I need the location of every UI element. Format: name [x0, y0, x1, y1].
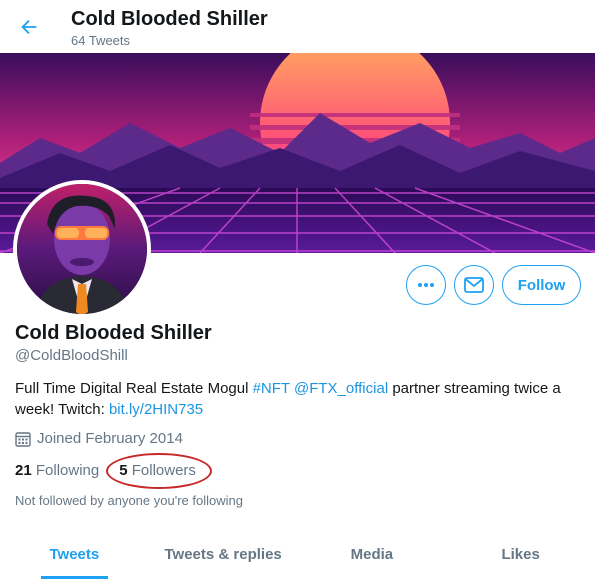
- mail-icon: [464, 277, 484, 293]
- follow-button[interactable]: Follow: [502, 265, 581, 305]
- following-link[interactable]: 21 Following: [15, 462, 99, 479]
- more-dots-icon: [418, 283, 434, 287]
- joined-text: Joined February 2014: [37, 430, 183, 447]
- following-count: 21: [15, 462, 32, 479]
- mention-link[interactable]: @FTX_official: [294, 380, 388, 397]
- followers-label: Followers: [131, 462, 196, 479]
- header-title: Cold Blooded Shiller: [71, 8, 268, 30]
- followers-count: 5: [119, 462, 128, 479]
- tab-tweets[interactable]: Tweets: [0, 530, 149, 579]
- following-label: Following: [35, 462, 100, 479]
- profile-header: Cold Blooded Shiller 64 Tweets: [0, 0, 595, 53]
- tab-tweets-replies[interactable]: Tweets & replies: [149, 530, 298, 579]
- bio-url-link[interactable]: bit.ly/2HIN735: [109, 401, 203, 418]
- display-name: Cold Blooded Shiller: [15, 322, 212, 344]
- avatar[interactable]: [13, 180, 151, 318]
- tab-likes[interactable]: Likes: [446, 530, 595, 579]
- more-button[interactable]: [406, 265, 446, 305]
- bio-text: Full Time Digital Real Estate Mogul: [15, 380, 253, 397]
- not-followed-note: Not followed by anyone you're following: [15, 493, 243, 508]
- tab-media[interactable]: Media: [298, 530, 447, 579]
- profile-bio: Full Time Digital Real Estate Mogul #NFT…: [15, 378, 575, 420]
- calendar-icon: [15, 431, 31, 447]
- back-arrow-icon: [21, 19, 37, 35]
- avatar-image: [17, 184, 147, 314]
- profile-tabs: Tweets Tweets & replies Media Likes: [0, 530, 595, 579]
- back-button[interactable]: [14, 12, 44, 42]
- hashtag-link[interactable]: #NFT: [253, 380, 290, 397]
- user-handle: @ColdBloodShill: [15, 347, 128, 364]
- followers-link[interactable]: 5 Followers: [119, 462, 196, 479]
- tweet-count: 64 Tweets: [71, 33, 131, 48]
- joined-date: Joined February 2014: [15, 430, 183, 447]
- follow-stats: 21 Following 5 Followers: [15, 462, 196, 479]
- message-button[interactable]: [454, 265, 494, 305]
